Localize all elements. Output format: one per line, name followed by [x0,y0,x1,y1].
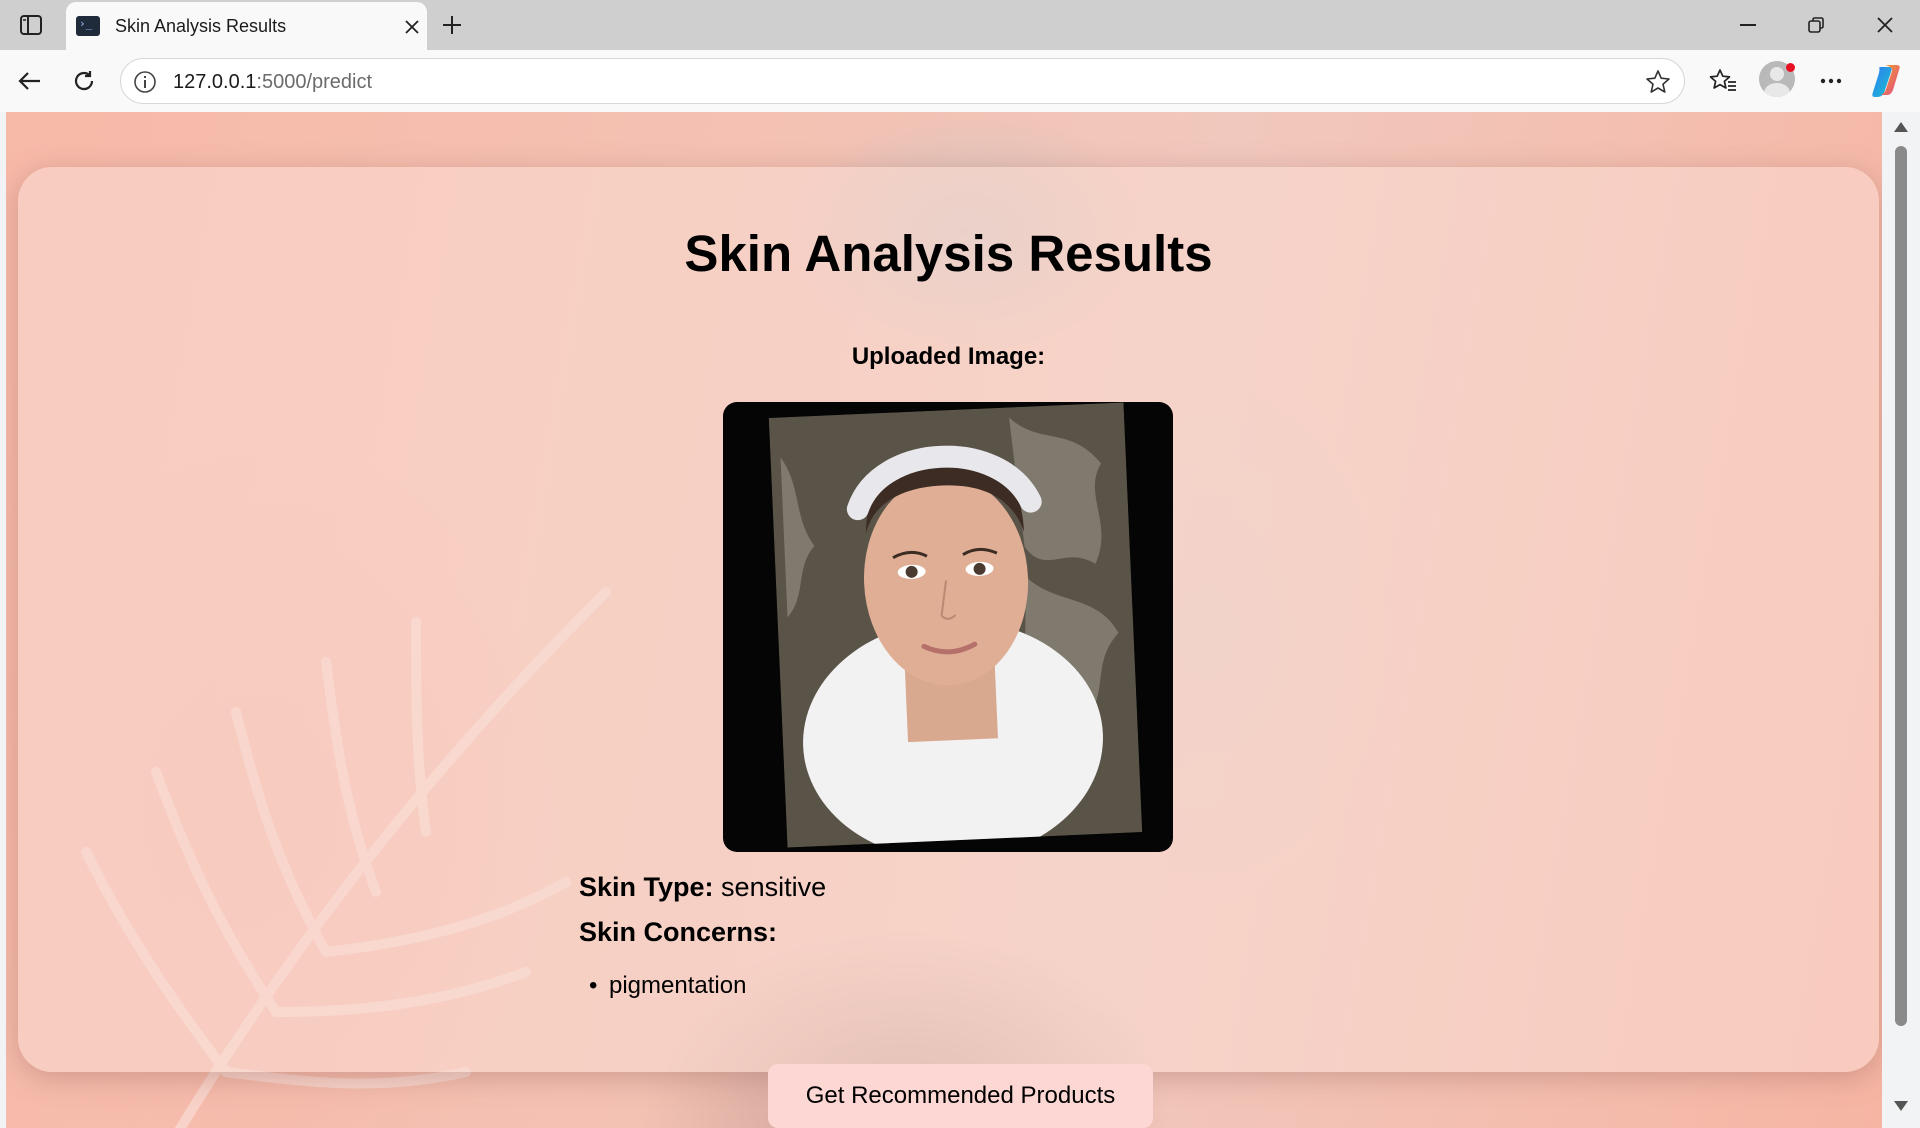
skin-type-row: Skin Type: sensitive [579,872,826,903]
get-recommended-products-button[interactable]: Get Recommended Products [768,1064,1153,1128]
scroll-down-arrow-icon[interactable] [1894,1101,1908,1111]
concern-text: pigmentation [609,972,747,999]
minimize-icon[interactable] [1720,8,1776,42]
more-options-icon[interactable] [1813,63,1849,99]
star-icon[interactable] [1644,68,1672,96]
tab-title: Skin Analysis Results [115,16,287,36]
active-tab[interactable]: Skin Analysis Results [66,2,427,51]
close-window-icon[interactable] [1857,8,1913,42]
terminal-icon [76,16,100,36]
url-text[interactable]: 127.0.0.1:5000/predict [173,71,372,94]
browser-toolbar: 127.0.0.1:5000/predict [0,50,1920,112]
uploaded-image-label: Uploaded Image: [851,343,1046,370]
scrollbar[interactable] [1886,112,1920,1128]
scroll-thumb[interactable] [1895,146,1907,1026]
new-tab-icon[interactable] [436,9,468,41]
skin-type-label: Skin Type: [579,872,714,902]
copilot-icon[interactable] [1869,63,1905,99]
url-path: :5000/predict [256,71,373,93]
notification-dot [1786,63,1795,72]
restore-icon[interactable] [1788,8,1844,42]
address-bar[interactable]: 127.0.0.1:5000/predict [120,58,1685,104]
scroll-up-arrow-icon[interactable] [1894,122,1908,132]
back-arrow-icon[interactable] [12,63,48,99]
results-card: Skin Analysis Results Uploaded Image: Sk… [18,167,1879,1128]
reload-icon[interactable] [66,63,102,99]
close-tab-icon[interactable] [399,14,425,40]
tab-bar: Skin Analysis Results [0,0,1920,51]
uploaded-face-image [723,402,1173,852]
skin-concerns-label: Skin Concerns: [579,917,778,947]
page-viewport: Skin Analysis Results Uploaded Image: Sk… [6,112,1882,1128]
url-host: 127.0.0.1 [173,71,257,93]
page-title: Skin Analysis Results [684,225,1213,282]
sidebar-toggle-icon[interactable] [14,10,48,40]
info-icon[interactable] [133,70,157,94]
favorites-icon[interactable] [1705,63,1741,99]
photo-print [768,402,1143,852]
skin-type-value: sensitive [721,872,827,902]
